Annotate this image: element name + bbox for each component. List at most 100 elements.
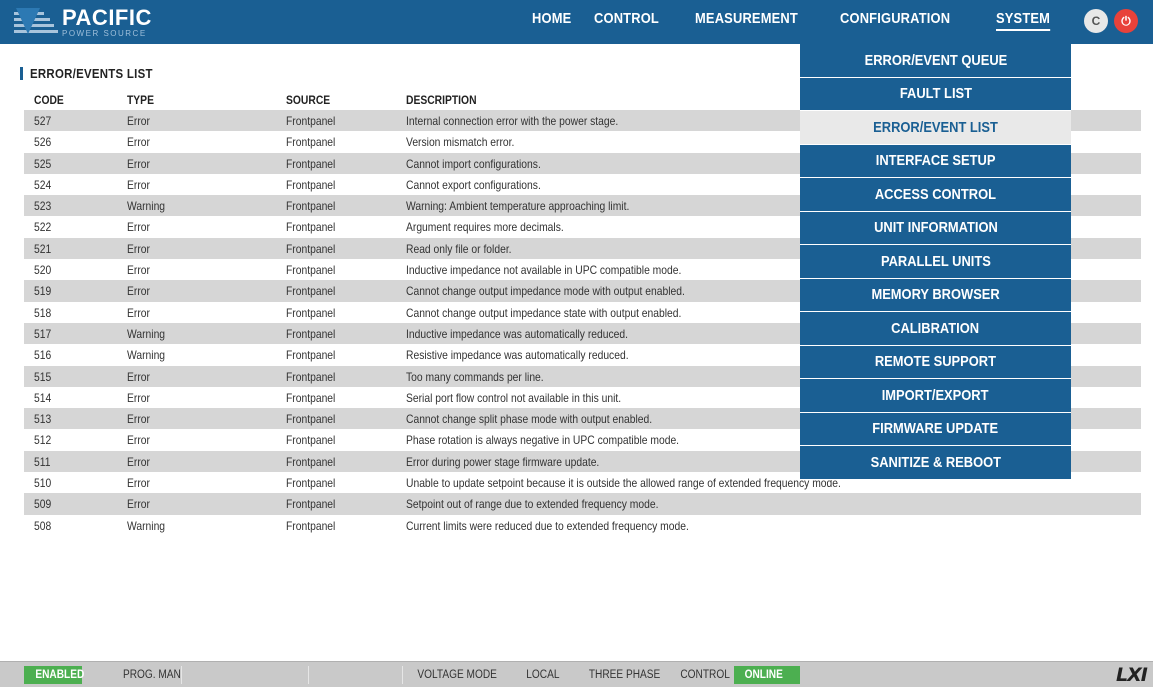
cell-description: Too many commands per line.: [406, 369, 544, 384]
menu-item-firmware-update[interactable]: FIRMWARE UPDATE: [800, 412, 1071, 445]
menu-item-unit-information[interactable]: UNIT INFORMATION: [800, 211, 1071, 244]
menu-item-label: CALIBRATION: [891, 319, 980, 337]
header-type[interactable]: TYPE: [127, 93, 154, 107]
cell-source: Frontpanel: [286, 241, 336, 256]
menu-item-label: ERROR/EVENT LIST: [873, 118, 998, 136]
cell-code: 511: [34, 454, 51, 469]
cell-type: Error: [127, 476, 150, 491]
header-source[interactable]: SOURCE: [286, 93, 330, 107]
cell-source: Frontpanel: [286, 412, 336, 427]
cell-source: Frontpanel: [286, 433, 336, 448]
status-local: LOCAL: [526, 669, 560, 681]
cell-description: Current limits were reduced due to exten…: [406, 518, 689, 533]
cell-description: Phase rotation is always negative in UPC…: [406, 433, 680, 448]
menu-item-calibration[interactable]: CALIBRATION: [800, 312, 1071, 345]
menu-item-error-event-list[interactable]: ERROR/EVENT LIST: [800, 111, 1071, 144]
nav-home[interactable]: HOME: [532, 10, 571, 27]
cell-source: Frontpanel: [286, 476, 336, 491]
menu-item-label: PARALLEL UNITS: [880, 252, 991, 270]
cell-description: Unable to update setpoint because it is …: [406, 476, 841, 491]
menu-item-label: FIRMWARE UPDATE: [872, 420, 999, 438]
cell-type: Error: [127, 177, 150, 192]
cell-code: 515: [34, 369, 52, 384]
menu-item-interface-setup[interactable]: INTERFACE SETUP: [800, 144, 1071, 177]
cell-description: Version mismatch error.: [406, 135, 515, 150]
power-icon: ⏻: [1121, 13, 1131, 28]
cell-code: 512: [34, 433, 52, 448]
cell-description: Cannot export configurations.: [406, 177, 541, 192]
cell-code: 508: [34, 518, 52, 533]
status-online-badge: ONLINE: [734, 666, 800, 684]
cell-code: 526: [34, 135, 52, 150]
nav-configuration[interactable]: CONFIGURATION: [840, 10, 950, 27]
cell-code: 521: [34, 241, 52, 256]
refresh-icon: C: [1091, 14, 1101, 28]
cell-type: Error: [127, 433, 150, 448]
cell-code: 514: [34, 390, 52, 405]
cell-description: Cannot change output impedance mode with…: [406, 284, 685, 299]
cell-type: Warning: [127, 518, 166, 533]
cell-type: Warning: [127, 326, 166, 341]
cell-description: Cannot change output impedance state wit…: [406, 305, 682, 320]
menu-item-remote-support[interactable]: REMOTE SUPPORT: [800, 345, 1071, 378]
menu-item-parallel-units[interactable]: PARALLEL UNITS: [800, 245, 1071, 278]
cell-description: Inductive impedance was automatically re…: [406, 326, 629, 341]
cell-source: Frontpanel: [286, 284, 336, 299]
menu-item-access-control[interactable]: ACCESS CONTROL: [800, 178, 1071, 211]
cell-code: 518: [34, 305, 52, 320]
cell-source: Frontpanel: [286, 199, 336, 214]
nav-control[interactable]: CONTROL: [594, 10, 659, 27]
table-row[interactable]: 509 Error Frontpanel Setpoint out of range …: [24, 493, 1141, 515]
cell-source: Frontpanel: [286, 497, 336, 512]
lxi-logo: LXI: [1116, 664, 1148, 686]
page-title: ERROR/EVENTS LIST: [30, 66, 153, 81]
header-description[interactable]: DESCRIPTION: [406, 93, 477, 107]
cell-description: Resistive impedance was automatically re…: [406, 348, 629, 363]
cell-code: 520: [34, 263, 52, 278]
cell-type: Warning: [127, 348, 166, 363]
cell-source: Frontpanel: [286, 454, 336, 469]
menu-item-label: ACCESS CONTROL: [874, 185, 997, 203]
header-code[interactable]: CODE: [34, 93, 64, 107]
menu-item-fault-list[interactable]: FAULT LIST: [800, 77, 1071, 110]
nav-system[interactable]: SYSTEM: [996, 10, 1051, 31]
cell-source: Frontpanel: [286, 348, 336, 363]
menu-item-label: MEMORY BROWSER: [871, 286, 1000, 304]
table-row[interactable]: 508 Warning Frontpanel Current limits were …: [24, 514, 1141, 536]
section-title-marker: [20, 67, 23, 80]
status-enabled-badge: ENABLED: [24, 666, 84, 684]
cell-code: 519: [34, 284, 52, 299]
refresh-button[interactable]: C: [1084, 9, 1108, 33]
cell-code: 516: [34, 348, 52, 363]
cell-description: Setpoint out of range due to extended fr…: [406, 497, 659, 512]
cell-description: Cannot import configurations.: [406, 156, 541, 171]
status-divider: [402, 666, 403, 684]
status-divider: [181, 666, 182, 684]
cell-type: Error: [127, 263, 150, 278]
cell-source: Frontpanel: [286, 518, 336, 533]
menu-item-error-event-queue[interactable]: ERROR/EVENT QUEUE: [800, 44, 1071, 77]
status-bar: ENABLED PROG. MAN VOLTAGE MODE LOCAL THR…: [0, 661, 1153, 687]
menu-item-sanitize-reboot[interactable]: SANITIZE & REBOOT: [800, 446, 1071, 479]
menu-item-label: INTERFACE SETUP: [875, 152, 996, 170]
cell-source: Frontpanel: [286, 263, 336, 278]
cell-source: Frontpanel: [286, 114, 336, 128]
cell-type: Error: [127, 369, 150, 384]
menu-item-memory-browser[interactable]: MEMORY BROWSER: [800, 278, 1071, 311]
cell-source: Frontpanel: [286, 156, 336, 171]
cell-type: Error: [127, 412, 150, 427]
power-button[interactable]: ⏻: [1114, 9, 1138, 33]
nav-measurement[interactable]: MEASUREMENT: [695, 10, 798, 27]
cell-type: Error: [127, 135, 150, 150]
section-title: ERROR/EVENTS LIST: [20, 66, 169, 81]
cell-description: Warning: Ambient temperature approaching…: [406, 199, 630, 214]
cell-type: Error: [127, 241, 150, 256]
cell-type: Warning: [127, 199, 166, 214]
menu-item-import-export[interactable]: IMPORT/EXPORT: [800, 379, 1071, 412]
cell-type: Error: [127, 156, 150, 171]
cell-source: Frontpanel: [286, 135, 336, 150]
logo-text: PACIFIC: [62, 4, 152, 30]
system-dropdown-menu: ERROR/EVENT QUEUE FAULT LIST ERROR/EVENT L…: [800, 44, 1071, 480]
pacific-logo[interactable]: PACIFIC POWER SOURCE: [14, 4, 152, 40]
cell-code: 523: [34, 199, 52, 214]
